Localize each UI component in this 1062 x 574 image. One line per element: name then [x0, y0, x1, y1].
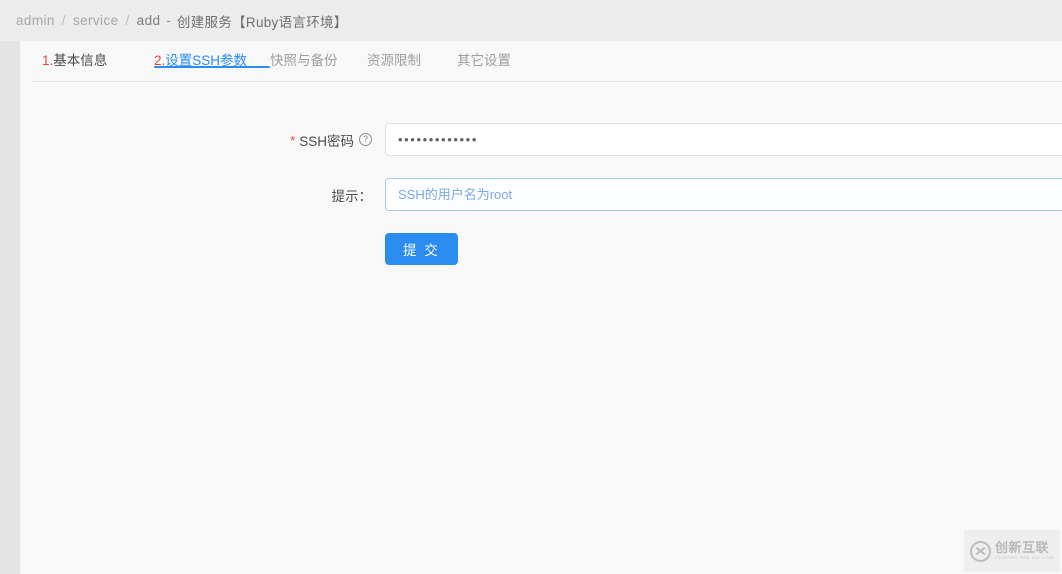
actions-control: 提 交 — [385, 233, 1062, 265]
tab-label: 基本信息 — [53, 53, 108, 68]
tab-active-underline — [154, 66, 270, 68]
label-text: 提示： — [331, 188, 373, 204]
tab-bar-divider — [31, 81, 1062, 82]
ssh-password-label: * SSH密码 ? — [20, 123, 385, 156]
breadcrumb-item-add[interactable]: add — [137, 13, 161, 28]
tab-resource-limit[interactable]: 资源限制 — [367, 41, 457, 81]
ssh-password-control — [385, 123, 1062, 156]
question-circle-icon[interactable]: ? — [359, 133, 372, 146]
breadcrumb-separator: / — [61, 13, 66, 28]
hint-input[interactable] — [385, 178, 1062, 211]
watermark-en: CHUANG XIN HU LIAN — [994, 555, 1055, 561]
tab-label: 其它设置 — [457, 53, 511, 68]
tab-bar: 1.基本信息 2.设置SSH参数 快照与备份 资源限制 其它设置 — [20, 41, 1062, 95]
breadcrumb-item-service[interactable]: service — [73, 13, 119, 28]
form-row-actions: 提 交 — [20, 233, 1062, 265]
tab-other-settings[interactable]: 其它设置 — [457, 41, 547, 81]
tab-label: 资源限制 — [367, 53, 421, 68]
watermark-text: 创新互联 CHUANG XIN HU LIAN — [995, 541, 1054, 561]
form-row-hint: 提示： — [20, 178, 1062, 211]
page-title: 创建服务【Ruby语言环境】 — [176, 14, 348, 30]
breadcrumb-separator: / — [125, 13, 130, 28]
required-asterisk: * — [290, 133, 296, 148]
tab-label: 快照与备份 — [270, 53, 338, 68]
page-root: admin / service / add - 创建服务【Ruby语言环境】 1… — [0, 0, 1062, 574]
label-text: SSH密码 — [299, 133, 354, 149]
watermark: 创新互联 CHUANG XIN HU LIAN — [964, 530, 1060, 572]
ssh-password-input[interactable] — [385, 123, 1062, 156]
breadcrumb-item-admin[interactable]: admin — [16, 13, 55, 28]
tab-number: 1. — [42, 53, 54, 68]
breadcrumb-dash: - — [166, 13, 171, 28]
tab-snapshot-backup[interactable]: 快照与备份 — [270, 41, 367, 81]
chuangxin-logo-icon — [969, 540, 991, 562]
hint-label: 提示： — [20, 178, 385, 211]
tab-ssh-settings[interactable]: 2.设置SSH参数 — [154, 41, 270, 81]
hint-control — [385, 178, 1062, 211]
submit-button[interactable]: 提 交 — [385, 233, 458, 265]
tab-basic-info[interactable]: 1.基本信息 — [42, 41, 154, 81]
ssh-settings-form: * SSH密码 ? 提示： 提 交 — [20, 95, 1062, 265]
breadcrumb: admin / service / add - 创建服务【Ruby语言环境】 — [0, 0, 1062, 41]
form-row-ssh-password: * SSH密码 ? — [20, 123, 1062, 156]
content-panel: 1.基本信息 2.设置SSH参数 快照与备份 资源限制 其它设置 * SSH密码… — [20, 41, 1062, 574]
watermark-cn: 创新互联 — [994, 540, 1049, 556]
